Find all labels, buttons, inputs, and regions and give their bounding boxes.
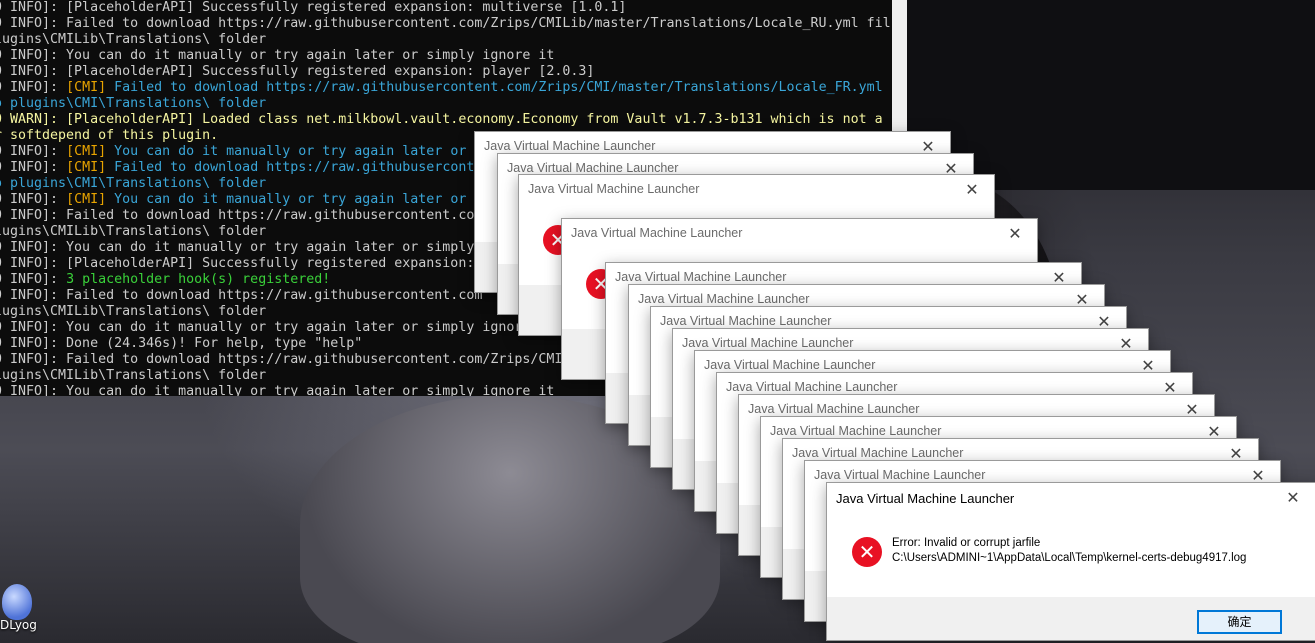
dialog-titlebar[interactable]: Java Virtual Machine Launcher ✕ — [562, 219, 1037, 249]
dialog-title: Java Virtual Machine Launcher — [507, 161, 679, 175]
error-message-line: Error: Invalid or corrupt jarfile — [892, 537, 1041, 549]
desktop-shortcut-label: DLyog — [0, 618, 37, 632]
console-line: 0 INFO]: Failed to download https://raw.… — [0, 16, 892, 32]
dialog-title: Java Virtual Machine Launcher — [792, 446, 964, 460]
console-text: 0 INFO]: You can do it manually or try a… — [0, 384, 555, 396]
dialog-titlebar[interactable]: Java Virtual Machine Launcher ✕ — [827, 483, 1315, 513]
dialog-title: Java Virtual Machine Launcher — [770, 424, 942, 438]
console-line: 0 INFO]: [PlaceholderAPI] Successfully r… — [0, 0, 892, 16]
console-text: You can do it manually or try again late… — [106, 144, 467, 159]
console-text: 0 INFO]: Failed to download https://raw.… — [0, 352, 563, 367]
dialog-title: Java Virtual Machine Launcher — [660, 314, 832, 328]
console-text: lugins\CMILib\Translations\ folder — [0, 368, 267, 383]
dialog-title: Java Virtual Machine Launcher — [836, 491, 1015, 506]
console-text: 0 INFO]: You can do it manually or try a… — [0, 320, 523, 335]
close-icon[interactable]: ✕ — [993, 219, 1037, 249]
console-text: [CMI] — [66, 144, 107, 159]
console-text: 0 INFO]: — [0, 272, 67, 287]
console-text: 0 INFO]: [PlaceholderAPI] Successfully r… — [0, 256, 475, 271]
console-text: [CMI] — [66, 192, 107, 207]
console-text: 0 INFO]: Failed to download https://raw.… — [0, 208, 483, 223]
console-text: lugins\CMILib\Translations\ folder — [0, 224, 267, 239]
console-line: 0 INFO]: [CMI] Failed to download https:… — [0, 80, 892, 96]
console-text: You can do it manually or try again late… — [106, 192, 467, 207]
close-icon[interactable]: ✕ — [1271, 483, 1315, 513]
console-text: 0 INFO]: [PlaceholderAPI] Successfully r… — [0, 0, 627, 15]
console-text: 0 INFO]: Failed to download https://raw.… — [0, 16, 891, 31]
console-text: r softdepend of this plugin. — [0, 128, 219, 143]
console-text: 0 INFO]: Done (24.346s)! For help, type … — [0, 336, 363, 351]
dialog-title: Java Virtual Machine Launcher — [528, 182, 700, 196]
dialog-title: Java Virtual Machine Launcher — [704, 358, 876, 372]
console-text: [CMI] — [66, 160, 107, 175]
console-text: 0 INFO]: [PlaceholderAPI] Successfully r… — [0, 64, 595, 79]
console-text: o plugins\CMI\Translations\ folder — [0, 176, 267, 191]
console-text: [CMI] — [66, 80, 107, 95]
error-message: Error: Invalid or corrupt jarfile C:\User… — [892, 536, 1246, 566]
console-text: o plugins\CMI\Translations\ folder — [0, 96, 267, 111]
console-text: 0 INFO]: Failed to download https://raw.… — [0, 288, 483, 303]
console-text: 0 INFO]: — [0, 192, 67, 207]
dialog-titlebar[interactable]: Java Virtual Machine Launcher ✕ — [519, 175, 994, 205]
console-text: 0 INFO]: — [0, 144, 67, 159]
console-text: 3 placeholder hook(s) registered! — [66, 272, 331, 287]
error-icon: ✕ — [852, 537, 882, 567]
dialog-title: Java Virtual Machine Launcher — [638, 292, 810, 306]
console-text: 0 INFO]: You can do it manually or try a… — [0, 48, 555, 63]
console-text: Failed to download https://raw.githubuse… — [106, 160, 475, 175]
console-line: 0 INFO]: [PlaceholderAPI] Successfully r… — [0, 64, 892, 80]
dialog-body: ✕ Error: Invalid or corrupt jarfile C:\Use… — [827, 513, 1315, 597]
dialog-title: Java Virtual Machine Launcher — [682, 336, 854, 350]
console-text: lugins\CMILib\Translations\ folder — [0, 304, 267, 319]
dialog-title: Java Virtual Machine Launcher — [484, 139, 656, 153]
dialog-title: Java Virtual Machine Launcher — [748, 402, 920, 416]
console-line: 0 INFO]: You can do it manually or try a… — [0, 48, 892, 64]
console-line: o plugins\CMI\Translations\ folder — [0, 96, 892, 112]
app-icon — [2, 584, 32, 620]
console-line: lugins\CMILib\Translations\ folder — [0, 32, 892, 48]
ok-button[interactable]: 确定 — [1197, 610, 1282, 634]
dialog-title: Java Virtual Machine Launcher — [571, 226, 743, 240]
console-line: 0 WARN]: [PlaceholderAPI] Loaded class n… — [0, 112, 892, 128]
dialog-title: Java Virtual Machine Launcher — [615, 270, 787, 284]
console-text: 0 INFO]: — [0, 80, 67, 95]
error-path: C:\Users\ADMINI~1\AppData\Local\Temp\ker… — [892, 552, 1247, 564]
console-text: lugins\CMILib\Translations\ folder — [0, 32, 267, 47]
dialog-title: Java Virtual Machine Launcher — [726, 380, 898, 394]
jvm-launcher-dialog-active[interactable]: Java Virtual Machine Launcher ✕ ✕ Error: In… — [826, 482, 1315, 641]
console-text: 0 INFO]: You can do it manually or try a… — [0, 240, 475, 255]
console-text: 0 WARN]: [PlaceholderAPI] Loaded class n… — [0, 112, 883, 127]
close-icon[interactable]: ✕ — [950, 175, 994, 205]
console-text: 0 INFO]: — [0, 160, 67, 175]
dialog-title: Java Virtual Machine Launcher — [814, 468, 986, 482]
console-text: Failed to download https://raw.githubuse… — [106, 80, 883, 95]
desktop-shortcut[interactable]: DLyog — [0, 582, 40, 643]
